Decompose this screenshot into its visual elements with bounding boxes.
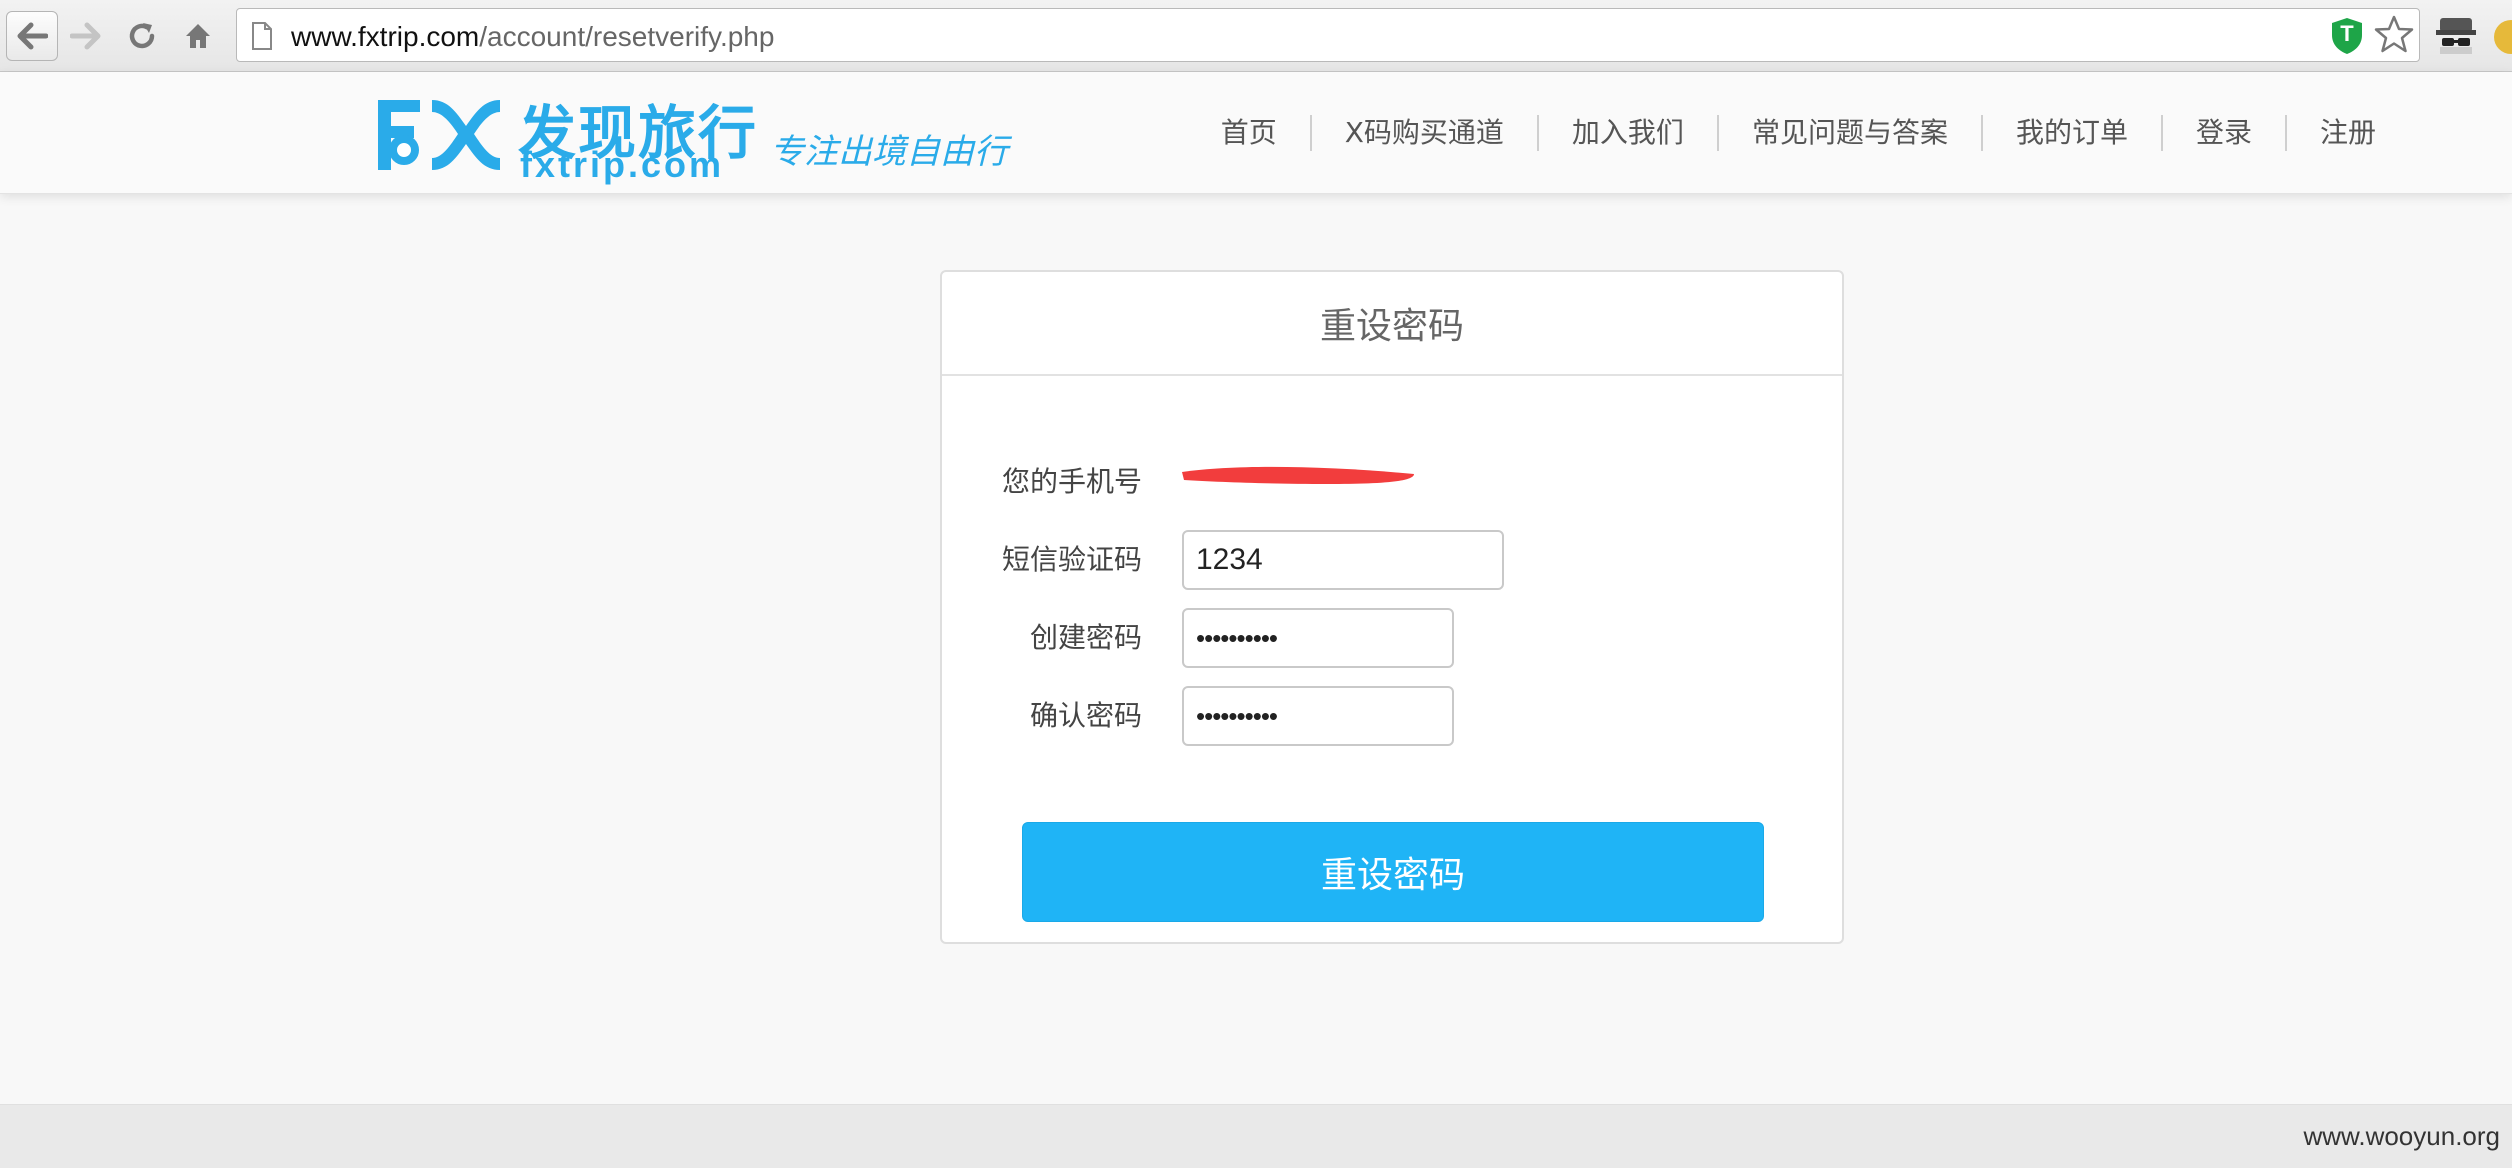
card-title: 重设密码 bbox=[942, 272, 1842, 376]
reload-icon bbox=[129, 23, 155, 49]
nav-register[interactable]: 注册 bbox=[2284, 115, 2376, 151]
home-button[interactable] bbox=[176, 12, 220, 60]
url-text: www.fxtrip.com/account/resetverify.php bbox=[291, 21, 774, 53]
reset-password-card: 重设密码 您的手机号 短信验证码 1234 创建密码 •••••••••• 确认… bbox=[940, 270, 1844, 944]
site-header: 发现旅行 fxtrip.com 专注出境自由行 首页 X码购买通道 加入我们 常… bbox=[0, 72, 2512, 194]
extension-shield-icon[interactable]: T bbox=[2330, 17, 2364, 55]
nav-login[interactable]: 登录 bbox=[2160, 115, 2285, 151]
new-password-row: 创建密码 •••••••••• bbox=[942, 608, 1842, 668]
phone-label: 您的手机号 bbox=[1001, 465, 1142, 498]
nav-join-us[interactable]: 加入我们 bbox=[1536, 115, 1717, 151]
nav-faq[interactable]: 常见问题与答案 bbox=[1716, 115, 1981, 151]
phone-redaction-mark bbox=[1182, 466, 1414, 484]
confirm-password-label: 确认密码 bbox=[1029, 699, 1142, 732]
main-nav: 首页 X码购买通道 加入我们 常见问题与答案 我的订单 登录 注册 bbox=[1188, 108, 2376, 158]
nav-home[interactable]: 首页 bbox=[1188, 115, 1310, 151]
sms-code-row: 短信验证码 1234 bbox=[942, 530, 1842, 590]
page-icon bbox=[252, 22, 272, 50]
address-bar[interactable]: www.fxtrip.com/account/resetverify.php bbox=[236, 8, 2420, 62]
back-arrow-icon bbox=[17, 22, 48, 50]
bookmark-star-icon[interactable] bbox=[2374, 14, 2414, 54]
confirm-password-input[interactable]: •••••••••• bbox=[1182, 686, 1454, 746]
sms-code-input[interactable]: 1234 bbox=[1182, 530, 1504, 590]
extension-circle-icon[interactable] bbox=[2494, 20, 2512, 54]
back-button[interactable] bbox=[6, 11, 58, 61]
footer-strip: www.wooyun.org bbox=[0, 1104, 2512, 1168]
sms-code-label: 短信验证码 bbox=[1001, 543, 1142, 576]
nav-xcode-purchase[interactable]: X码购买通道 bbox=[1309, 115, 1537, 151]
phone-row: 您的手机号 bbox=[942, 452, 1842, 512]
url-host: www.fxtrip.com bbox=[291, 21, 480, 52]
shield-letter: T bbox=[2340, 21, 2354, 46]
watermark-text: www.wooyun.org bbox=[2303, 1121, 2500, 1151]
reload-button[interactable] bbox=[120, 12, 164, 60]
nav-my-orders[interactable]: 我的订单 bbox=[1980, 115, 2161, 151]
logo-domain-text: fxtrip.com bbox=[520, 144, 725, 185]
new-password-input[interactable]: •••••••••• bbox=[1182, 608, 1454, 668]
forward-arrow-icon bbox=[70, 22, 101, 50]
url-path: /account/resetverify.php bbox=[479, 21, 775, 52]
site-logo[interactable]: 发现旅行 fxtrip.com bbox=[370, 84, 770, 185]
home-icon bbox=[186, 24, 210, 48]
site-slogan: 专注出境自由行 bbox=[770, 132, 1008, 172]
incognito-icon[interactable] bbox=[2436, 16, 2476, 56]
forward-button[interactable] bbox=[64, 12, 108, 60]
browser-toolbar: www.fxtrip.com/account/resetverify.php T bbox=[0, 0, 2512, 72]
confirm-password-row: 确认密码 •••••••••• bbox=[942, 686, 1842, 746]
fx-logo-icon bbox=[378, 100, 500, 170]
reset-password-button[interactable]: 重设密码 bbox=[1022, 822, 1764, 922]
new-password-label: 创建密码 bbox=[1029, 621, 1142, 654]
